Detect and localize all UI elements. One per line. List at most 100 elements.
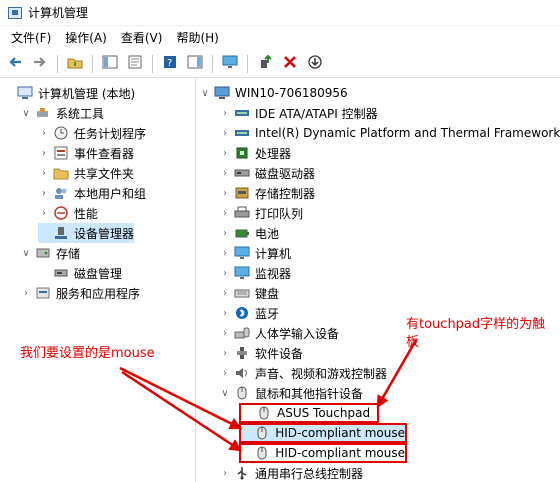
device-tree-item-row[interactable]: ASUS Touchpad <box>239 403 379 423</box>
annotation-right-note-line2: 板 <box>406 335 420 350</box>
toolbar-update-driver-button[interactable] <box>254 53 276 75</box>
collapse-toggle[interactable]: › <box>219 468 231 479</box>
collapse-toggle[interactable]: › <box>219 108 231 119</box>
annotation-left-note: 我们要设置的是mouse <box>20 346 155 361</box>
software-device-icon <box>234 346 250 360</box>
collapse-toggle[interactable]: › <box>20 288 32 299</box>
collapse-toggle[interactable]: › <box>219 128 231 139</box>
device-tree-item-row[interactable]: › 监视器 <box>219 263 291 283</box>
device-tree-item-row[interactable]: › 计算机 <box>219 243 291 263</box>
device-tree-item-row[interactable]: › 通用串行总线控制器 <box>219 463 363 482</box>
collapse-toggle[interactable]: › <box>38 148 50 159</box>
expand-toggle[interactable]: ∨ <box>219 388 231 399</box>
toolbar-uninstall-button[interactable] <box>279 53 301 75</box>
toolbar-separator <box>57 54 58 73</box>
device-tree-item-row[interactable]: › 处理器 <box>219 143 291 163</box>
menu-item-3[interactable]: 帮助(H) <box>169 28 225 48</box>
device-tree-item-row[interactable]: › 声音、视频和游戏控制器 <box>219 363 387 383</box>
toolbar-back-button[interactable] <box>4 53 26 75</box>
device-tree-item-row[interactable]: › 磁盘驱动器 <box>219 163 315 183</box>
mouse-icon <box>256 406 272 420</box>
collapse-toggle[interactable]: › <box>219 368 231 379</box>
collapse-toggle[interactable]: › <box>38 128 50 139</box>
menu-item-1[interactable]: 操作(A) <box>58 28 114 48</box>
console-tree-item-row[interactable]: › 服务和应用程序 <box>20 283 140 303</box>
device-tree-item-row[interactable]: › 存储控制器 <box>219 183 315 203</box>
window-title: 计算机管理 <box>28 6 89 20</box>
menu-bar: 文件(F) 操作(A) 查看(V) 帮助(H) <box>0 27 560 49</box>
computer-icon <box>214 86 230 100</box>
collapse-toggle[interactable]: › <box>219 248 231 259</box>
toolbar-monitor-button[interactable] <box>219 53 241 75</box>
expand-toggle[interactable]: ∨ <box>199 88 211 99</box>
console-tree-item-row[interactable]: › 事件查看器 <box>38 143 134 163</box>
device-tree-item-row[interactable]: › 电池 <box>219 223 279 243</box>
disk-icon <box>53 266 69 280</box>
performance-icon <box>53 206 69 220</box>
collapse-toggle[interactable]: › <box>219 168 231 179</box>
device-tree-item-row[interactable]: › 蓝牙 <box>219 303 279 323</box>
toolbar-forward-button[interactable] <box>29 53 51 75</box>
console-tree-item-row[interactable]: › 本地用户和组 <box>38 183 146 203</box>
device-tree-item-label: 蓝牙 <box>255 306 280 321</box>
properties-icon <box>127 55 143 73</box>
storage-controller-icon <box>234 186 250 200</box>
console-tree-item-row[interactable]: ∨ 存储 <box>20 243 80 263</box>
device-tree-item-row[interactable]: ∨ 鼠标和其他指针设备 <box>219 383 363 403</box>
collapse-toggle[interactable]: › <box>219 228 231 239</box>
toolbar: ? <box>0 50 560 78</box>
collapse-toggle[interactable]: › <box>38 188 50 199</box>
collapse-toggle[interactable]: › <box>219 208 231 219</box>
console-tree-item-row[interactable]: › 性能 <box>38 203 98 223</box>
device-tree-item-row[interactable]: › 打印队列 <box>219 203 303 223</box>
toolbar-disable-button[interactable] <box>304 53 326 75</box>
device-tree-item-row[interactable]: HID-compliant mouse <box>239 423 407 443</box>
console-tree-item-label: 事件查看器 <box>74 146 135 161</box>
console-tree-item-row[interactable]: 设备管理器 <box>38 223 135 243</box>
console-tree-item-row[interactable]: › 任务计划程序 <box>38 123 146 143</box>
console-tree-item-row[interactable]: › 共享文件夹 <box>38 163 134 183</box>
toolbar-up-folder-button[interactable] <box>64 53 86 75</box>
disable-icon <box>307 54 323 73</box>
console-tree-item-row[interactable]: ∨ 系统工具 <box>20 103 104 123</box>
menu-item-0[interactable]: 文件(F) <box>4 28 58 48</box>
device-tree-item-row[interactable]: › 人体学输入设备 <box>219 323 339 343</box>
collapse-toggle[interactable]: › <box>219 188 231 199</box>
console-tree-item-label: 服务和应用程序 <box>56 286 141 301</box>
device-tree-item-label: 处理器 <box>255 146 292 161</box>
collapse-toggle[interactable]: › <box>38 168 50 179</box>
collapse-toggle[interactable]: › <box>219 308 231 319</box>
collapse-toggle[interactable]: › <box>219 288 231 299</box>
expand-toggle[interactable]: ∨ <box>20 108 32 119</box>
device-tree-item-label: WIN10-706180956 <box>235 86 348 100</box>
console-tree-item-label: 共享文件夹 <box>74 166 135 181</box>
device-tree-item-row[interactable]: › 软件设备 <box>219 343 303 363</box>
console-tree-item-row[interactable]: 磁盘管理 <box>38 263 122 283</box>
storage-icon <box>35 246 51 260</box>
collapse-toggle[interactable]: › <box>219 268 231 279</box>
toolbar-show-hide-tree-button[interactable] <box>99 53 121 75</box>
collapse-toggle[interactable]: › <box>219 328 231 339</box>
device-tree-item-label: 磁盘驱动器 <box>255 166 316 181</box>
device-tree-item-row[interactable]: › IDE ATA/ATAPI 控制器 <box>219 103 378 123</box>
device-tree-item-row[interactable]: HID-compliant mouse <box>239 443 407 463</box>
printer-icon <box>234 206 250 220</box>
console-tree-item-row[interactable]: 计算机管理 (本地) <box>2 83 135 103</box>
mouse-icon <box>234 386 250 400</box>
collapse-toggle[interactable]: › <box>219 148 231 159</box>
device-tree-item-row[interactable]: ∨ WIN10-706180956 <box>199 83 348 103</box>
toolbar-help-button[interactable]: ? <box>159 53 181 75</box>
collapse-toggle[interactable]: › <box>38 208 50 219</box>
toolbar-action-pane-button[interactable] <box>184 53 206 75</box>
annotation-right-note-line1: 有touchpad字样的为触 <box>406 317 546 332</box>
toolbar-properties-button[interactable] <box>124 53 146 75</box>
console-tree-item-label: 计算机管理 (本地) <box>38 86 136 101</box>
device-tree-item-label: HID-compliant mouse <box>275 426 405 440</box>
device-tree-item-row[interactable]: › 键盘 <box>219 283 279 303</box>
svg-text:?: ? <box>167 58 172 69</box>
disk-drive-icon <box>234 166 250 180</box>
device-tree-item-row[interactable]: › Intel(R) Dynamic Platform and Thermal F… <box>219 123 560 143</box>
menu-item-2[interactable]: 查看(V) <box>114 28 170 48</box>
expand-toggle[interactable]: ∨ <box>20 248 32 259</box>
collapse-toggle[interactable]: › <box>219 348 231 359</box>
